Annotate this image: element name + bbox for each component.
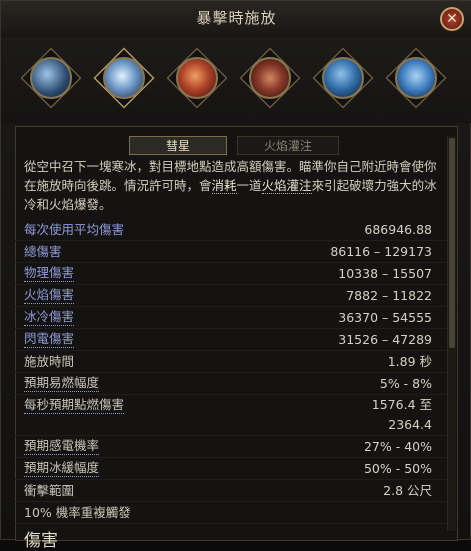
skill-description: 從空中召下一塊寒冰，對目標地點造成高額傷害。瞄準你自己附近時會使你在施放時向後跳…	[24, 159, 437, 212]
skill-slot-6[interactable]	[385, 47, 447, 109]
stat-row: 衝擊範圍 2.8 公尺	[15, 480, 458, 502]
stat-row[interactable]: 預期易燃幅度 5% - 8%	[15, 373, 458, 395]
ice-shard-icon	[395, 57, 437, 99]
skill-slot-5[interactable]	[312, 47, 374, 109]
stat-row[interactable]: 閃電傷害 31526 – 47289	[15, 329, 458, 351]
skill-slot-1[interactable]	[20, 47, 82, 109]
section-heading-damage: 傷害	[24, 531, 58, 551]
tab-fire-infusion[interactable]: 火焰灌注	[237, 136, 339, 155]
close-button[interactable]: ✕	[440, 7, 464, 31]
skill-slot-3[interactable]	[166, 47, 228, 109]
stat-row[interactable]: 冰冷傷害 36370 – 54555	[15, 307, 458, 329]
fire-orb-icon	[176, 57, 218, 99]
stat-row[interactable]: 預期冰緩幅度 50% - 50%	[15, 458, 458, 480]
stats-list: 每次使用平均傷害 686946.88 總傷害 86116 – 129173 物理傷害…	[15, 219, 458, 524]
tab-comet[interactable]: 彗星	[129, 136, 227, 155]
comet-icon	[103, 57, 145, 99]
skill-icon-strip	[1, 37, 471, 123]
stat-row: 每次使用平均傷害 686946.88	[15, 219, 458, 241]
stat-row[interactable]: 火焰傷害 7882 – 11822	[15, 285, 458, 307]
scrollbar[interactable]	[447, 136, 456, 531]
stat-row[interactable]: 預期感電機率 27% - 40%	[15, 436, 458, 458]
keyword-consume[interactable]: 消耗	[211, 178, 237, 194]
close-icon: ✕	[446, 11, 458, 27]
stat-row[interactable]: 每秒預期點燃傷害 1576.4 至 2364.4	[15, 395, 458, 436]
stat-row: 10% 機率重複觸發	[15, 502, 458, 524]
stat-row: 施放時間 1.89 秒	[15, 351, 458, 373]
window-title: 暴擊時施放	[1, 1, 471, 38]
stat-row[interactable]: 物理傷害 10338 – 15507	[15, 263, 458, 285]
stat-row: 總傷害 86116 – 129173	[15, 241, 458, 263]
spirit-bird-icon	[30, 57, 72, 99]
keyword-fire-infusion[interactable]: 火焰灌注	[261, 178, 312, 194]
skill-slot-4[interactable]	[239, 47, 301, 109]
skill-slot-2[interactable]	[93, 47, 155, 109]
skill-tooltip-window: 暴擊時施放 ✕ 彗星 火焰灌注 從空中召下一塊寒冰，對目標地點造成高額傷害。瞄準…	[0, 0, 471, 551]
ice-orb-icon	[322, 57, 364, 99]
fire-burst-icon	[249, 57, 291, 99]
scroll-thumb[interactable]	[449, 138, 455, 348]
